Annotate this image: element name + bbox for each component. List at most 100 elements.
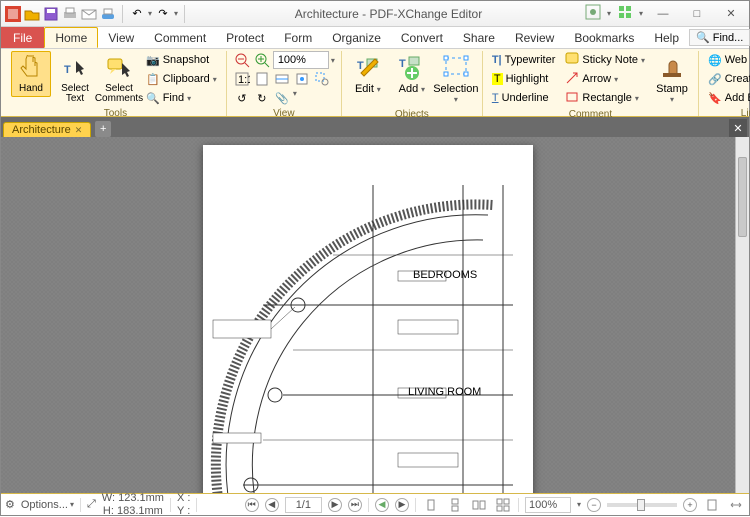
select-comments-tool[interactable]: Select Comments	[99, 51, 139, 107]
zoom-in-status-icon[interactable]: +	[683, 498, 697, 512]
nav-prev-icon[interactable]: ◀	[265, 498, 279, 512]
add-bookmark-button[interactable]: 🔖Add Bookmark	[705, 89, 750, 107]
history-fwd-icon[interactable]: ▶	[395, 498, 409, 512]
zoom-out-icon[interactable]	[233, 51, 251, 69]
redo-icon[interactable]: ↷	[155, 6, 171, 22]
svg-text:T: T	[399, 58, 406, 70]
tab-close-icon[interactable]: ✕	[75, 125, 83, 136]
binoculars-icon: 🔍	[146, 92, 160, 105]
svg-text:T: T	[357, 60, 364, 72]
menu-organize[interactable]: Organize	[322, 27, 391, 48]
menu-convert[interactable]: Convert	[391, 27, 453, 48]
quick-access-toolbar: ↶▾ ↷▾	[1, 5, 192, 23]
vertical-scrollbar[interactable]	[735, 137, 749, 493]
file-menu[interactable]: File	[1, 27, 44, 48]
typewriter-icon: T|	[492, 54, 502, 66]
group-comment: T|Typewriter THighlight TUnderline Stick…	[483, 51, 699, 116]
add-button[interactable]: T Add ▾	[392, 51, 432, 98]
cursor-readout: X : Y :	[177, 493, 190, 517]
gear-icon[interactable]: ⚙	[5, 498, 15, 511]
add-icon: T	[398, 54, 426, 82]
menu-share[interactable]: Share	[453, 27, 505, 48]
select-text-icon: T	[61, 54, 89, 82]
create-link-button[interactable]: 🔗Create Link	[705, 70, 750, 88]
menu-bookmarks[interactable]: Bookmarks	[564, 27, 644, 48]
close-button[interactable]: ✕	[717, 4, 745, 24]
highlight-button[interactable]: THighlight	[489, 70, 559, 88]
open-icon[interactable]	[24, 6, 40, 22]
underline-button[interactable]: TUnderline	[489, 89, 559, 107]
history-back-icon[interactable]: ◀	[375, 498, 389, 512]
fit-visible-icon[interactable]	[293, 70, 311, 88]
fit-width-status-icon[interactable]	[727, 496, 745, 514]
layout-facing-cont-icon[interactable]	[494, 496, 512, 514]
web-links-button[interactable]: 🌐Web Links▾	[705, 51, 750, 69]
options-button[interactable]: Options...▾	[21, 499, 74, 511]
group-tools: Hand T Select Text Select Comments 📷Snap…	[5, 51, 227, 116]
rectangle-button[interactable]: Rectangle▾	[562, 89, 648, 107]
menu-home[interactable]: Home	[44, 27, 98, 48]
nav-last-icon[interactable]: ⏭	[348, 498, 362, 512]
zoom-slider[interactable]	[607, 503, 677, 507]
page: BEDROOMS LIVING ROOM BASEMENT	[203, 145, 533, 493]
layout-continuous-icon[interactable]	[446, 496, 464, 514]
find-ribbon-button[interactable]: 🔍Find▾	[143, 89, 220, 107]
zoom-in-icon[interactable]	[253, 51, 271, 69]
layout-single-icon[interactable]	[422, 496, 440, 514]
menu-help[interactable]: Help	[644, 27, 689, 48]
menu-protect[interactable]: Protect	[216, 27, 274, 48]
rotate-ccw-icon[interactable]: ↺	[233, 89, 251, 107]
zoom-actual-icon[interactable]: 1:1	[233, 70, 251, 88]
group-objects: T Edit ▾ T Add ▾ Selection ▾ Objects	[342, 51, 483, 116]
save-icon[interactable]	[43, 6, 59, 22]
hand-tool[interactable]: Hand	[11, 51, 51, 97]
rotate-cw-icon[interactable]: ↻	[253, 89, 271, 107]
selection-button[interactable]: Selection ▾	[436, 51, 476, 108]
menu-view[interactable]: View	[98, 27, 144, 48]
undo-icon[interactable]: ↶	[129, 6, 145, 22]
nav-first-icon[interactable]: ⏮	[245, 498, 259, 512]
sticky-note-button[interactable]: Sticky Note▾	[562, 51, 648, 69]
fit-width-icon[interactable]	[273, 70, 291, 88]
menu-review[interactable]: Review	[505, 27, 564, 48]
zoom-input[interactable]	[273, 51, 329, 69]
arrow-button[interactable]: Arrow▾	[562, 70, 648, 88]
snapshot-button[interactable]: 📷Snapshot	[143, 51, 220, 69]
document-tab[interactable]: Architecture✕	[3, 122, 91, 137]
typewriter-button[interactable]: T|Typewriter	[489, 51, 559, 69]
minimize-button[interactable]: —	[649, 4, 677, 24]
svg-text:1:1: 1:1	[238, 74, 250, 86]
tabs-close-button[interactable]: ✕	[729, 119, 747, 137]
new-tab-button[interactable]: +	[95, 121, 111, 137]
launch-icon[interactable]	[617, 4, 633, 23]
zoom-out-status-icon[interactable]: −	[587, 498, 601, 512]
edit-button[interactable]: T Edit ▾	[348, 51, 388, 98]
status-bar: ⚙ Options...▾ ⤢ W: 123.1mm H: 183.1mm X …	[1, 493, 749, 515]
scan-icon[interactable]	[100, 6, 116, 22]
edit-icon: T	[354, 54, 382, 82]
page-number[interactable]: 1/1	[285, 497, 322, 513]
sticky-icon	[565, 52, 579, 69]
print-icon[interactable]	[62, 6, 78, 22]
select-text-tool[interactable]: T Select Text	[55, 51, 95, 107]
zoom-marquee-icon[interactable]	[313, 70, 331, 88]
canvas-area[interactable]: BEDROOMS LIVING ROOM BASEMENT	[1, 137, 735, 493]
document-viewport: BEDROOMS LIVING ROOM BASEMENT	[1, 137, 749, 493]
dimensions-readout: W: 123.1mm H: 183.1mm	[102, 493, 164, 517]
zoom-status[interactable]: 100%	[525, 497, 571, 513]
menu-form[interactable]: Form	[274, 27, 322, 48]
maximize-button[interactable]: □	[683, 4, 711, 24]
menu-comment[interactable]: Comment	[144, 27, 216, 48]
stamp-button[interactable]: Stamp ▾	[652, 51, 692, 108]
clipboard-button[interactable]: 📋Clipboard▾	[143, 70, 220, 88]
fit-page-icon[interactable]	[253, 70, 271, 88]
arrow-icon	[565, 71, 579, 88]
layout-facing-icon[interactable]	[470, 496, 488, 514]
nav-next-icon[interactable]: ▶	[328, 498, 342, 512]
email-icon[interactable]	[81, 6, 97, 22]
find-button[interactable]: 🔍Find...	[689, 29, 750, 46]
app-icon	[5, 6, 21, 22]
fit-page-status-icon[interactable]	[703, 496, 721, 514]
attach-icon[interactable]: 📎	[273, 89, 291, 107]
ui-options-icon[interactable]	[585, 4, 601, 23]
